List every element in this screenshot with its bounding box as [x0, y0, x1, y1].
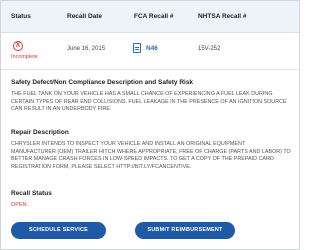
header-status: Status: [11, 13, 31, 20]
safety-section: Safety Defect/Non Compliance Description…: [11, 79, 291, 114]
table-row: X Incomplete June 16, 2015 N46 15V-252: [1, 34, 299, 70]
document-icon: [133, 43, 141, 53]
nhtsa-recall-value: 15V-252: [198, 46, 221, 52]
incomplete-x-icon: X: [13, 41, 23, 51]
status-label: Incomplete: [11, 54, 38, 60]
repair-title: Repair Description: [11, 129, 69, 136]
safety-title: Safety Defect/Non Compliance Description…: [11, 79, 194, 86]
header-fca-recall: FCA Recall #: [134, 13, 174, 20]
submit-reimbursement-button[interactable]: SUBMIT REIMBURSEMENT: [135, 222, 235, 239]
recall-status-title: Recall Status: [11, 190, 52, 197]
repair-body: CHRYSLER INTENDS TO INSPECT YOUR VEHICLE…: [11, 141, 291, 170]
safety-body: THE FUEL TANK ON YOUR VEHICLE HAS A SMAL…: [11, 91, 287, 113]
header-nhtsa-recall: NHTSA Recall #: [198, 13, 247, 20]
recall-card: Status Recall Date FCA Recall # NHTSA Re…: [0, 0, 300, 250]
recall-status-value: OPEN: [11, 202, 27, 208]
recall-status-section: Recall Status OPEN: [11, 190, 291, 208]
repair-section: Repair Description CHRYSLER INTENDS TO I…: [11, 129, 291, 171]
fca-recall-link[interactable]: N46: [133, 43, 158, 53]
fca-recall-value[interactable]: N46: [146, 45, 158, 52]
recall-date-value: June 16, 2015: [67, 46, 106, 52]
header-recall-date: Recall Date: [67, 13, 103, 20]
schedule-service-button[interactable]: SCHEDULE SERVICE: [11, 222, 106, 239]
table-header: Status Recall Date FCA Recall # NHTSA Re…: [1, 1, 299, 33]
